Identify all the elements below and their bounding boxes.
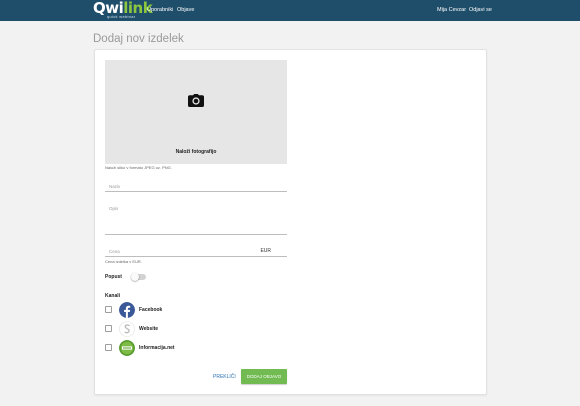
brand-tagline: quick webinar <box>107 14 136 19</box>
photo-upload-hint: Naloži sliko v formatu JPEG oz. PNG. <box>105 165 172 170</box>
photo-upload-area[interactable]: Naloži fotografijo <box>105 60 287 164</box>
channel-row-informacija-net: Informacija.net <box>105 340 225 356</box>
website-icon <box>119 321 135 337</box>
price-currency-suffix: EUR <box>260 248 271 254</box>
facebook-icon <box>119 302 135 318</box>
description-field[interactable]: Opis <box>105 201 287 235</box>
photo-upload-label: Naloži fotografijo <box>175 149 217 155</box>
channel-name-website: Website <box>139 326 159 332</box>
discount-label: Popust <box>105 274 122 280</box>
page-title: Dodaj nov izdelek <box>93 33 184 45</box>
top-navbar: Qwilink quick webinar Uporabniki Objave … <box>0 0 580 21</box>
channel-checkbox-facebook[interactable] <box>105 306 112 313</box>
channel-row-website: Website <box>105 321 225 337</box>
channel-checkbox-informacija-net[interactable] <box>105 344 112 351</box>
cancel-button[interactable]: PREKLIČI <box>213 374 236 380</box>
price-field-label: Cena <box>109 249 120 254</box>
add-post-button[interactable]: DODAJ OBJAVO <box>241 369 287 384</box>
price-field[interactable]: Cena EUR <box>105 243 287 257</box>
informacija-net-icon <box>119 340 135 356</box>
price-field-hint: Cena izdelka v EUR. <box>105 259 142 264</box>
description-field-label: Opis <box>109 206 119 211</box>
nav-link-users[interactable]: Uporabniki <box>147 7 173 14</box>
user-name-link[interactable]: Mija Cevzar <box>437 7 466 14</box>
channel-name-facebook: Facebook <box>139 307 163 313</box>
channels-label: Kanali <box>105 293 121 299</box>
nav-link-posts[interactable]: Objave <box>177 7 194 14</box>
name-field-label: Naziv <box>109 184 121 189</box>
channel-checkbox-website[interactable] <box>105 325 112 332</box>
channel-name-informacija-net: Informacija.net <box>139 345 175 351</box>
camera-icon <box>188 94 204 107</box>
add-product-card: Naloži fotografijo Naloži sliko v format… <box>94 49 487 395</box>
discount-toggle[interactable] <box>131 273 146 281</box>
discount-toggle-knob <box>131 273 139 281</box>
name-field[interactable]: Naziv <box>105 179 287 192</box>
channel-row-facebook: Facebook <box>105 302 225 318</box>
logout-link[interactable]: Odjavi se <box>469 7 492 14</box>
